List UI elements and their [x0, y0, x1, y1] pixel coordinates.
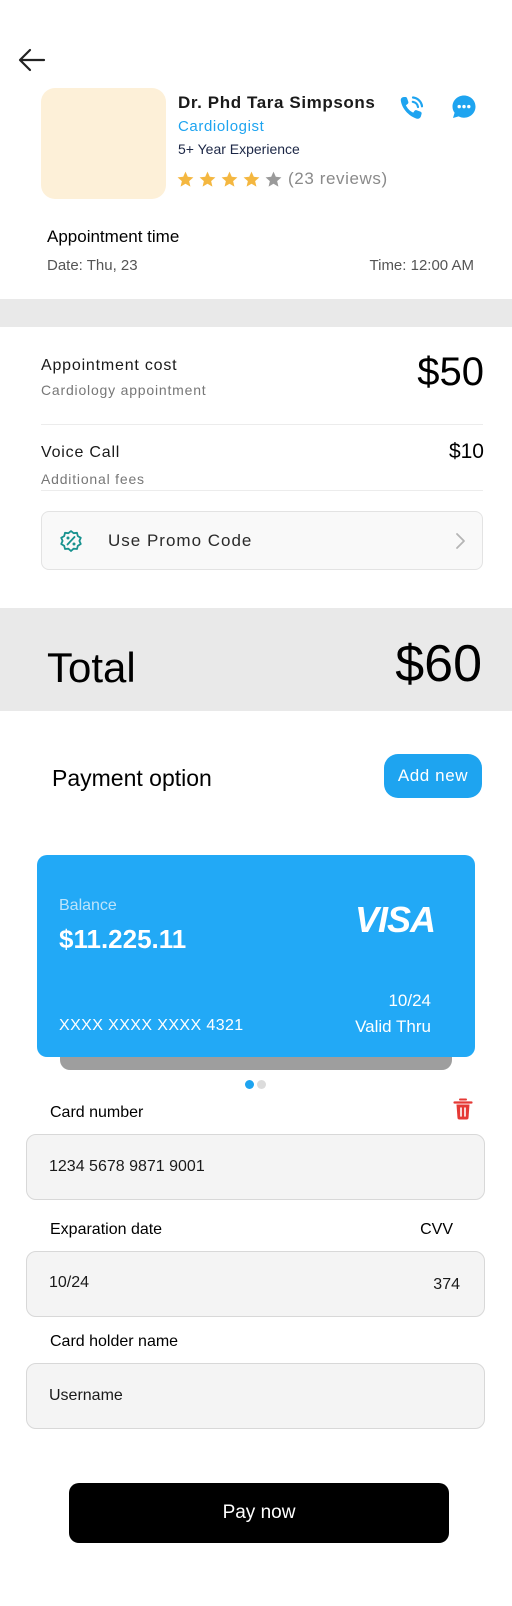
back-button[interactable] [16, 44, 48, 76]
voice-call-sub: Additional fees [41, 471, 145, 487]
visa-logo: VISA [354, 899, 436, 940]
appointment-cost-label: Appointment cost [41, 357, 178, 374]
arrow-left-icon [18, 48, 46, 72]
card-carousel-indicator [245, 1080, 266, 1089]
doctor-name: Dr. Phd Tara Simpsons [178, 93, 376, 112]
voice-call-label: Voice Call [41, 444, 121, 461]
star-icon [177, 171, 194, 187]
doctor-avatar [41, 88, 166, 199]
appointment-cost-sub: Cardiology appointment [41, 382, 207, 398]
delete-card-button[interactable] [452, 1097, 474, 1121]
card-balance-label: Balance [59, 897, 117, 914]
promo-code-button[interactable]: Use Promo Code [41, 511, 483, 570]
card-number-label: Card number [50, 1104, 144, 1121]
total-value: $60 [395, 635, 482, 693]
expiration-date-label: Exparation date [50, 1221, 163, 1238]
rating: (23 reviews) [176, 169, 388, 189]
promo-code-label: Use Promo Code [108, 531, 253, 550]
add-new-card-button[interactable]: Add new [384, 754, 482, 798]
voice-call-value: $10 [448, 440, 484, 463]
star-empty-icon [265, 171, 282, 187]
star-icon [199, 171, 216, 187]
card-holder-input[interactable]: Username [26, 1363, 485, 1429]
pay-now-button[interactable]: Pay now [69, 1483, 449, 1543]
divider [41, 424, 483, 425]
chat-button[interactable] [451, 94, 477, 120]
doctor-specialty: Cardiologist [178, 118, 265, 135]
discount-badge-icon [60, 530, 82, 552]
phone-icon [400, 96, 424, 119]
section-divider [0, 299, 512, 327]
reviews-count: (23 reviews) [288, 169, 388, 188]
card-expiry: 10/24 [388, 991, 431, 1010]
divider [41, 490, 483, 491]
appointment-cost-value: $50 [417, 350, 484, 394]
appointment-time: Time: 12:00 AM [369, 257, 475, 274]
card-number-input[interactable]: 1234 5678 9871 9001 [26, 1134, 485, 1200]
chat-bubble-icon [452, 95, 476, 118]
cvv-label: CVV [420, 1221, 453, 1238]
card-holder-label: Card holder name [50, 1333, 179, 1350]
appointment-date: Date: Thu, 23 [47, 257, 138, 274]
card-balance: $11.225.11 [59, 924, 187, 954]
total-label: Total [47, 644, 136, 691]
expiration-date-input[interactable]: 10/24 [26, 1251, 485, 1317]
payment-option-title: Payment option [52, 765, 212, 791]
card-number-masked: XXXX XXXX XXXX 4321 [59, 1017, 244, 1034]
carousel-dot[interactable] [245, 1080, 254, 1089]
doctor-experience: 5+ Year Experience [178, 141, 300, 157]
chevron-right-icon [456, 533, 465, 549]
appointment-title: Appointment time [47, 227, 180, 246]
star-icon [243, 171, 260, 187]
trash-icon [453, 1098, 473, 1120]
carousel-dot[interactable] [257, 1080, 266, 1089]
payment-card[interactable]: Balance $11.225.11 VISA 10/24 XXXX XXXX … [37, 855, 475, 1057]
cvv-input[interactable]: 374 [433, 1276, 460, 1294]
voice-call-button[interactable] [397, 93, 427, 123]
star-icon [221, 171, 238, 187]
card-valid-thru: Valid Thru [355, 1017, 431, 1036]
